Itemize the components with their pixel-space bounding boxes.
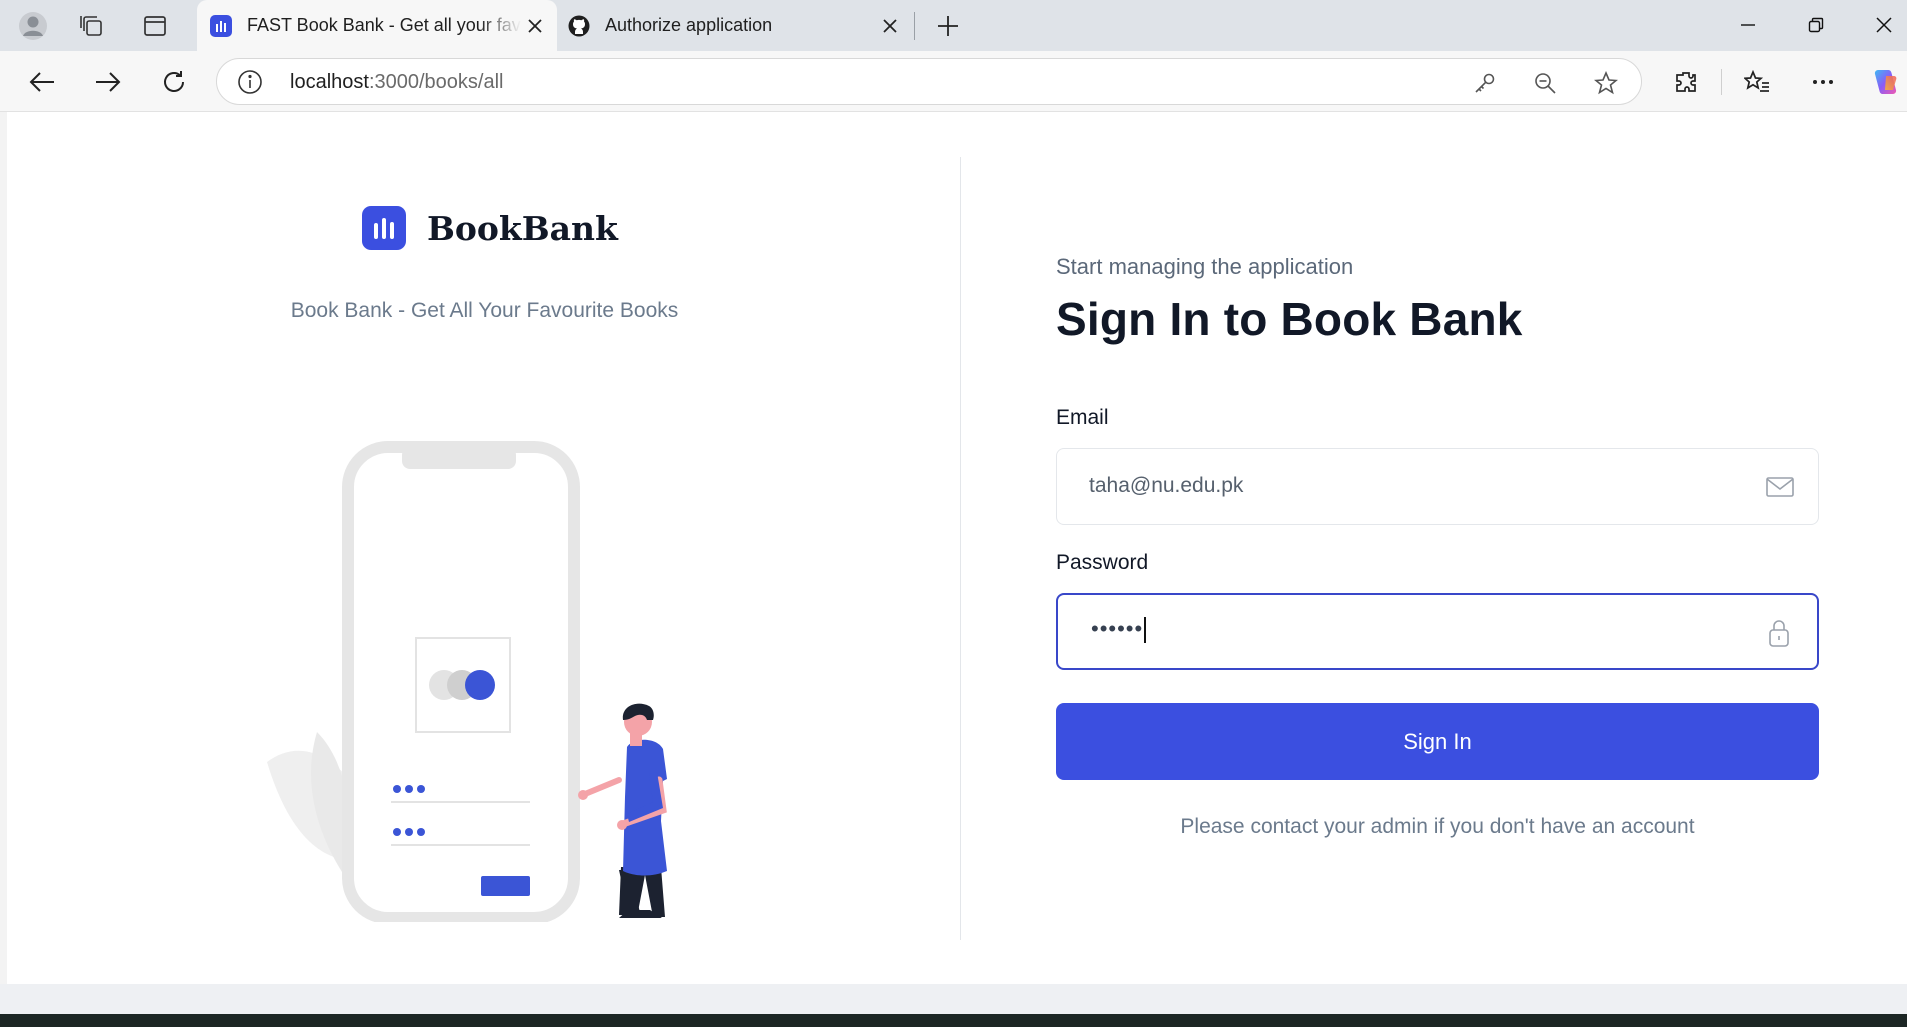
browser-tab-bar: FAST Book Bank - Get all your favourite …: [0, 0, 1907, 51]
forward-icon[interactable]: [88, 62, 128, 102]
tagline: Book Bank - Get All Your Favourite Books: [290, 299, 679, 322]
more-menu-icon[interactable]: [1803, 62, 1843, 102]
refresh-icon[interactable]: [154, 62, 194, 102]
vertical-divider: [960, 157, 961, 940]
tab-title: Authorize application: [605, 15, 773, 35]
tab-fast-book-bank[interactable]: FAST Book Bank - Get all your favourite …: [197, 0, 557, 51]
minimize-icon[interactable]: [1728, 8, 1768, 42]
url-text[interactable]: localhost:3000/books/all: [290, 71, 503, 94]
workspaces-icon[interactable]: [75, 9, 109, 43]
brand-name: BookBank: [427, 208, 618, 248]
bookbank-favicon-icon: [209, 14, 233, 38]
page-bottom-area: [0, 984, 1907, 1014]
text-caret: [1144, 617, 1147, 644]
url-host: localhost: [290, 71, 369, 93]
zoom-out-icon[interactable]: [1529, 67, 1561, 99]
taskbar-strip: [0, 1014, 1907, 1027]
close-tab-icon[interactable]: [876, 12, 904, 40]
address-bar[interactable]: localhost:3000/books/all: [216, 58, 1642, 105]
copilot-icon[interactable]: [1866, 62, 1906, 102]
email-label: Email: [1056, 406, 1109, 429]
password-field[interactable]: ••••••: [1056, 593, 1819, 670]
url-path: :3000/books/all: [368, 71, 504, 93]
favorite-star-icon[interactable]: [1590, 67, 1622, 99]
phone-illustration: [342, 441, 580, 922]
site-info-icon[interactable]: [237, 69, 263, 95]
password-key-icon[interactable]: [1469, 67, 1501, 99]
back-icon[interactable]: [22, 62, 62, 102]
close-tab-icon[interactable]: [521, 12, 549, 40]
toolbar-separator: [1721, 69, 1722, 95]
address-toolbar: localhost:3000/books/all: [0, 51, 1907, 112]
restore-icon[interactable]: [1796, 8, 1836, 42]
email-value: taha@nu.edu.pk: [1089, 474, 1244, 497]
login-illustration: [267, 441, 667, 922]
person-illustration: [578, 703, 667, 918]
favorites-icon[interactable]: [1737, 62, 1777, 102]
contact-admin-note: Please contact your admin if you don't h…: [1180, 815, 1695, 838]
extensions-icon[interactable]: [1666, 62, 1706, 102]
new-tab-icon[interactable]: [931, 9, 965, 43]
email-field[interactable]: taha@nu.edu.pk: [1056, 448, 1819, 525]
vertical-tabs-icon[interactable]: [138, 9, 172, 43]
profile-avatar-icon[interactable]: [16, 9, 50, 43]
lock-icon: [1769, 620, 1789, 647]
close-window-icon[interactable]: [1864, 8, 1904, 42]
password-value: ••••••: [1091, 616, 1147, 644]
brand: BookBank: [362, 206, 618, 250]
sign-in-button[interactable]: Sign In: [1056, 703, 1819, 780]
tab-authorize-application[interactable]: Authorize application: [562, 0, 912, 51]
tab-separator: [914, 12, 915, 40]
password-label: Password: [1056, 551, 1149, 574]
form-eyebrow: Start managing the application: [1056, 254, 1354, 279]
envelope-icon: [1766, 477, 1794, 497]
github-favicon-icon: [567, 14, 591, 38]
form-heading: Sign In to Book Bank: [1056, 293, 1523, 345]
page-content: BookBank Book Bank - Get All Your Favour…: [7, 112, 1907, 984]
tab-title: FAST Book Bank - Get all your favourite …: [247, 15, 521, 35]
bookbank-logo-icon: [362, 206, 406, 250]
